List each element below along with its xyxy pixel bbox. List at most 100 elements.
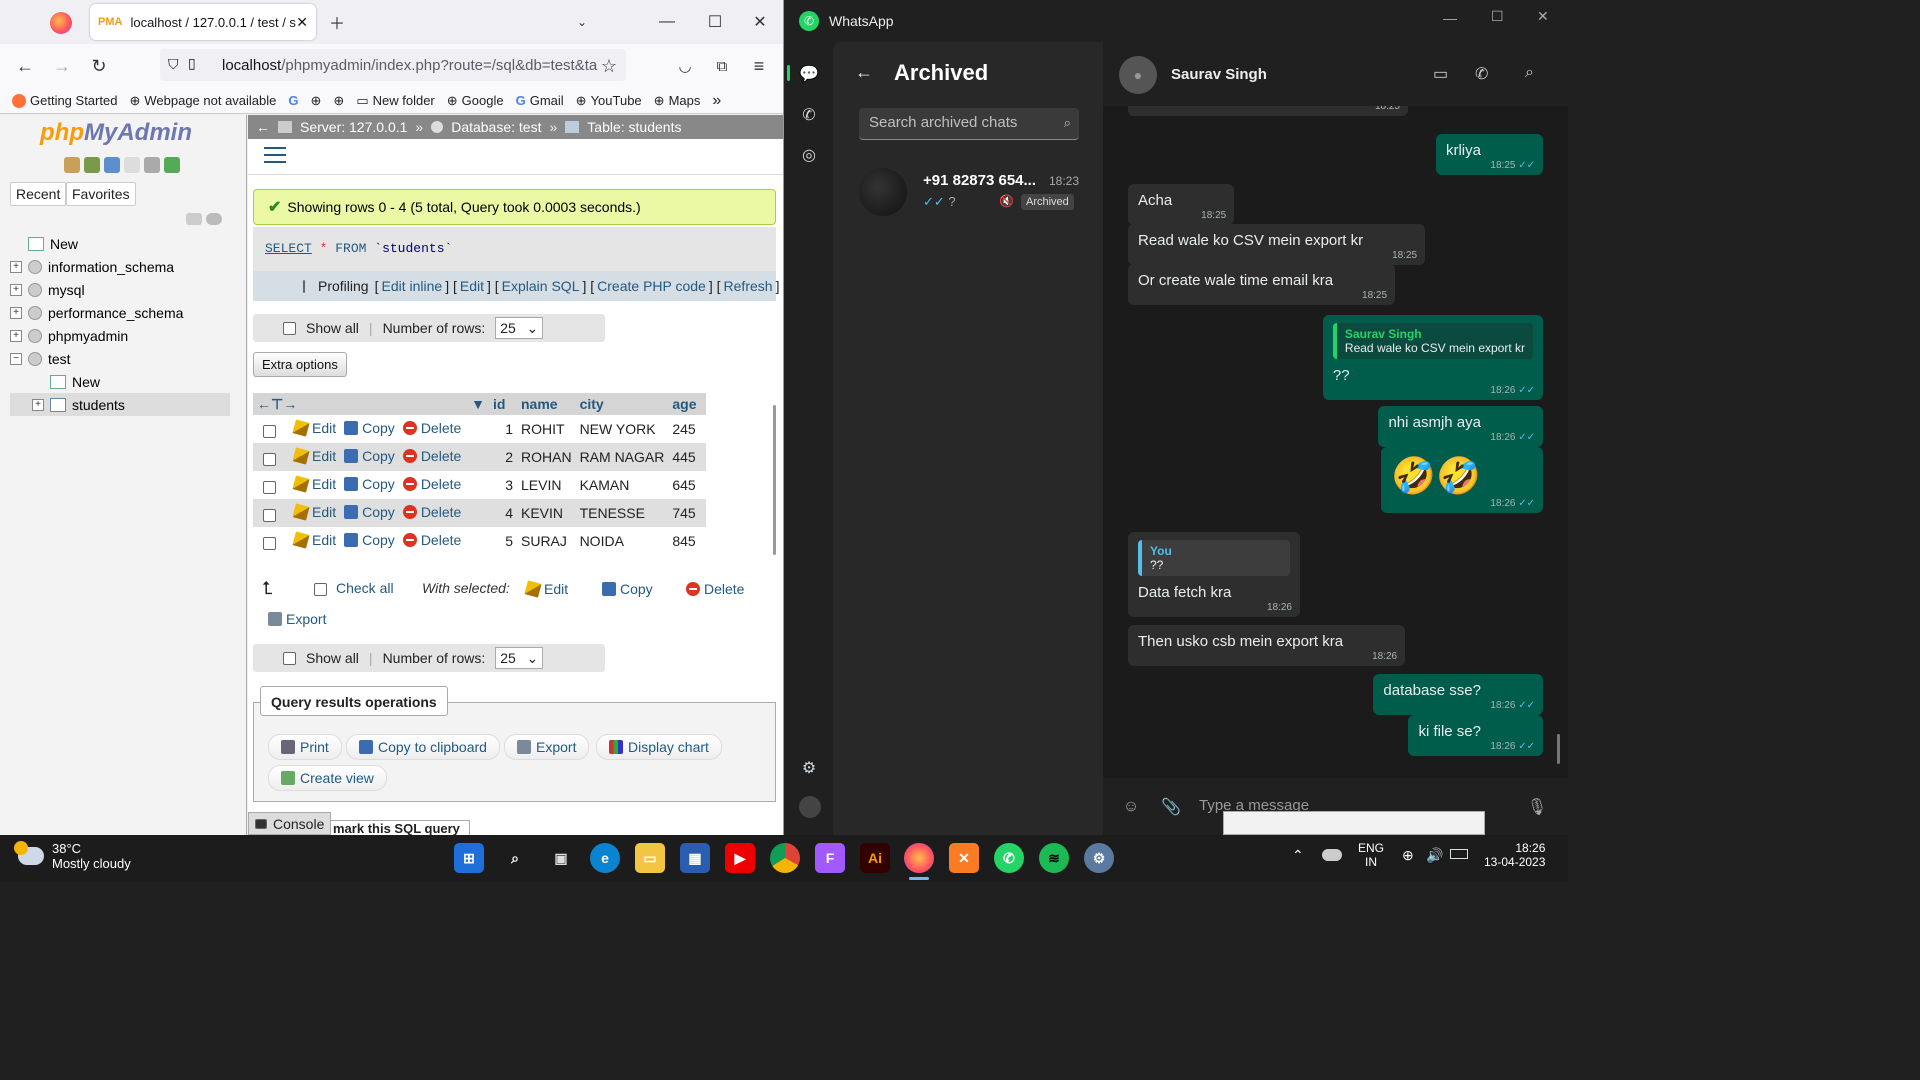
file-explorer-icon[interactable]: ▭ [635, 843, 665, 873]
shield-icon[interactable]: ⛉ [168, 56, 179, 73]
forward-button[interactable]: → [47, 52, 77, 80]
bookmark-google[interactable]: ⊕ Google [447, 93, 504, 109]
video-call-icon[interactable]: ▭ [1433, 64, 1448, 84]
edge-icon[interactable]: e [590, 843, 620, 873]
export-button[interactable]: Export [504, 734, 590, 760]
cell-name[interactable]: KEVIN [517, 499, 576, 527]
sql-keyword-select[interactable]: SELECT [265, 241, 312, 256]
bulk-export-button[interactable]: Export [268, 611, 326, 627]
copy-to-clipboard-button[interactable]: Copy to clipboard [346, 734, 500, 760]
row-checkbox[interactable] [263, 480, 276, 494]
column-header-city[interactable]: city [575, 393, 669, 415]
outgoing-message[interactable]: Saurav Singh Read wale ko CSV mein export… [1322, 315, 1543, 400]
status-icon[interactable]: ◎ [797, 143, 821, 167]
show-all-checkbox-bottom[interactable] [283, 651, 296, 665]
reload-nav-icon[interactable] [164, 157, 180, 173]
extra-options-button[interactable]: Extra options [253, 352, 347, 377]
volume-icon[interactable]: 🔊 [1426, 847, 1443, 864]
chevron-up-icon[interactable]: ⌃ [1292, 847, 1304, 864]
bookmark-google-g[interactable]: G [288, 93, 298, 108]
link-icon[interactable] [206, 213, 222, 225]
row-copy-link[interactable]: Copy [344, 532, 395, 548]
bookmark-getting-started[interactable]: Getting Started [12, 93, 117, 108]
tree-item[interactable]: − test [10, 347, 230, 370]
close-window-button[interactable]: ✕ [1537, 8, 1549, 25]
number-of-rows-select-bottom[interactable]: 25 ⌄ [495, 647, 544, 669]
row-copy-link[interactable]: Copy [344, 476, 395, 492]
row-checkbox[interactable] [263, 452, 276, 466]
create-php-code-link[interactable]: Create PHP code [597, 278, 706, 294]
quoted-message[interactable]: Saurav Singh Read wale ko CSV mein export… [1332, 323, 1533, 359]
bookmark-globe-2[interactable]: ⊕ [333, 93, 344, 109]
cell-city[interactable]: NEW YORK [576, 415, 669, 443]
cell-age[interactable]: 745 [668, 499, 707, 527]
row-delete-link[interactable]: Delete [402, 504, 461, 520]
message-list[interactable]: 18:25 krliya 18:25 ✓✓ Acha 18:25 Read wale ko… [1103, 106, 1568, 778]
row-delete-link[interactable]: Delete [402, 448, 461, 464]
cell-id[interactable]: 4 [489, 499, 517, 527]
row-copy-link[interactable]: Copy [344, 420, 395, 436]
column-header-id[interactable]: id [489, 393, 517, 415]
cell-city[interactable]: RAM NAGAR [575, 443, 669, 471]
search-archived-input[interactable]: Search archived chats ⌕ [859, 108, 1079, 140]
language-indicator[interactable]: ENG IN [1358, 841, 1384, 869]
row-delete-link[interactable]: Delete [402, 476, 461, 492]
search-icon[interactable]: ⌕ [1525, 64, 1534, 82]
settings-icon[interactable] [144, 157, 160, 173]
youtube-icon[interactable]: ▶ [725, 843, 755, 873]
more-bookmarks-chevron-icon[interactable]: » [712, 92, 721, 110]
calls-icon[interactable]: ✆ [797, 103, 821, 127]
show-all-checkbox[interactable] [283, 321, 296, 335]
store-icon[interactable]: ▦ [680, 843, 710, 873]
network-icon[interactable]: ⊕ [1402, 847, 1414, 864]
cell-age[interactable]: 245 [668, 415, 706, 443]
bookmark-globe-1[interactable]: ⊕ [311, 93, 322, 109]
chrome-icon[interactable] [770, 843, 800, 873]
figma-icon[interactable]: F [815, 843, 845, 873]
column-arrows[interactable]: ←⊤→ ▼ [253, 393, 489, 415]
expand-icon[interactable]: + [10, 329, 22, 342]
tree-item[interactable]: New [10, 232, 230, 255]
maximize-button[interactable]: ☐ [1491, 8, 1504, 25]
breadcrumb-database[interactable]: Database: test [451, 119, 541, 135]
expand-icon[interactable]: + [10, 260, 22, 273]
outgoing-message[interactable]: ki file se? 18:26 ✓✓ [1408, 715, 1543, 756]
incoming-message[interactable]: You?? Data fetch kra 18:26 [1128, 532, 1300, 617]
edit-inline-link[interactable]: Edit inline [381, 278, 442, 294]
row-delete-link[interactable]: Delete [402, 420, 461, 436]
close-tab-icon[interactable]: ✕ [296, 14, 308, 31]
row-edit-link[interactable]: Edit [292, 503, 336, 521]
logout-icon[interactable] [84, 157, 100, 173]
whatsapp-icon[interactable]: ✆ [994, 843, 1024, 873]
settings-icon[interactable]: ⚙ [1084, 843, 1114, 873]
back-button[interactable]: ← [10, 52, 40, 80]
incoming-message[interactable]: 18:25 [1128, 106, 1408, 116]
menu-icon[interactable]: ≡ [744, 52, 774, 80]
number-of-rows-select[interactable]: 25 ⌄ [495, 317, 544, 339]
cell-age[interactable]: 845 [668, 527, 706, 555]
console-tab[interactable]: Console [248, 812, 332, 835]
illustrator-icon[interactable]: Ai [860, 843, 890, 873]
contact-name[interactable]: Saurav Singh [1171, 66, 1267, 83]
display-chart-button[interactable]: Display chart [596, 734, 722, 760]
profile-avatar[interactable] [799, 796, 821, 818]
create-view-button[interactable]: Create view [268, 765, 387, 791]
edit-link[interactable]: Edit [460, 278, 484, 294]
cell-age[interactable]: 445 [668, 443, 707, 471]
onedrive-icon[interactable] [1322, 849, 1342, 861]
row-edit-link[interactable]: Edit [292, 475, 336, 493]
row-copy-link[interactable]: Copy [344, 448, 395, 464]
explain-sql-link[interactable]: Explain SQL [502, 278, 580, 294]
bulk-copy-button[interactable]: Copy [602, 581, 653, 597]
scrollbar[interactable] [1557, 734, 1560, 764]
cell-name[interactable]: ROHAN [517, 443, 576, 471]
cell-name[interactable]: LEVIN [517, 471, 576, 499]
search-icon[interactable]: ⌕ [500, 843, 530, 873]
row-checkbox[interactable] [263, 424, 276, 438]
archived-chat-item[interactable]: +91 82873 654... 18:23 ✓✓ ? 🔇 Archived [853, 166, 1083, 222]
cell-name[interactable]: ROHIT [517, 415, 576, 443]
incoming-message[interactable]: Then usko csb mein export kra 18:26 [1128, 625, 1406, 666]
print-button[interactable]: Print [268, 734, 342, 760]
weather-widget[interactable]: 38°C Mostly cloudy [14, 841, 131, 871]
refresh-link[interactable]: Refresh [724, 278, 773, 294]
